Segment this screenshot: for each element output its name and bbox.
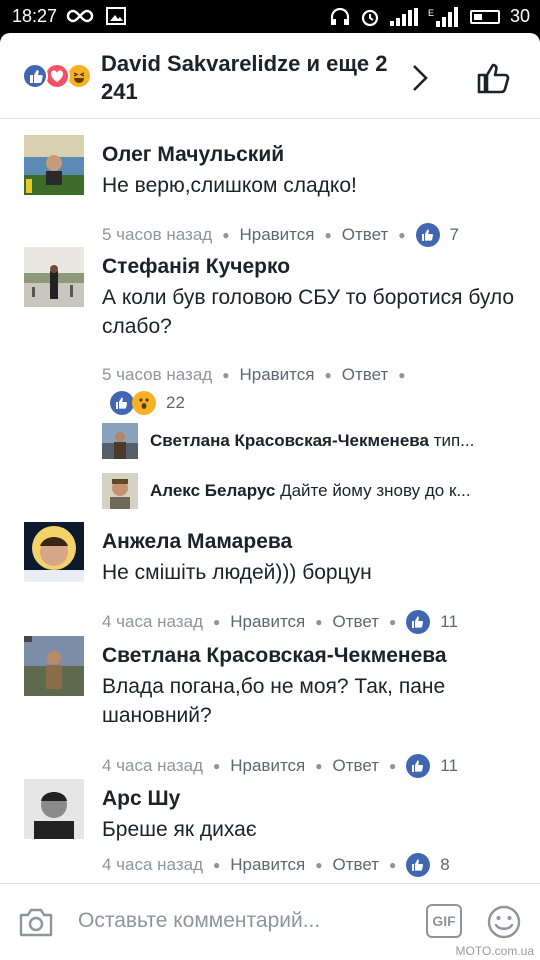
reaction-count: 11 [440, 612, 458, 631]
comment-time[interactable]: 4 часа назад [102, 855, 203, 875]
reply-button[interactable]: Ответ [333, 855, 380, 875]
reaction-count: 22 [166, 393, 185, 412]
reply-author[interactable]: Светлана Красовская-Чекменева [150, 431, 429, 450]
comment-text: Не смішіть людей))) борцун [102, 561, 372, 584]
avatar[interactable] [24, 779, 84, 839]
like-button[interactable]: Нравится [239, 225, 314, 245]
reply-text: Дайте йому знову до к... [280, 481, 471, 500]
reaction-count: 7 [449, 225, 459, 244]
like-count-icon[interactable] [110, 391, 134, 415]
status-bar: 18:27 E 30 [0, 0, 540, 33]
like-count-icon[interactable] [406, 853, 431, 877]
signal-icon [389, 7, 418, 26]
reply-text: тип... [433, 431, 475, 450]
comment-text: А коли був головою СБУ то боротися було … [102, 286, 515, 338]
avatar[interactable] [24, 247, 84, 307]
avatar[interactable] [24, 522, 84, 582]
reactions-header[interactable]: David Sakvarelidze и еще 2 241 [0, 33, 540, 119]
comment-text: Влада погана,бо не моя? Так, пане шановн… [102, 675, 446, 727]
wow-reaction-icon[interactable] [132, 391, 156, 415]
gif-button[interactable]: GIF [426, 904, 462, 938]
comment-text: Не верю,слишком сладко! [102, 174, 357, 197]
comment-author[interactable]: Анжела Мамарева [102, 530, 292, 554]
sticker-icon[interactable] [486, 904, 522, 940]
comment-input[interactable]: Оставьте комментарий... [78, 909, 320, 933]
comment-time[interactable]: 4 часа назад [102, 612, 203, 632]
like-count-icon[interactable] [406, 610, 431, 634]
comment-author[interactable]: Арс Шу [102, 787, 180, 811]
reply-preview[interactable]: Алекс Беларус Дайте йому знову до к... [102, 473, 522, 509]
status-time: 18:27 [12, 6, 58, 26]
reply-preview[interactable]: Светлана Красовская-Чекменева тип... [102, 423, 522, 459]
comment-time[interactable]: 5 часов назад [102, 225, 212, 245]
comment-author[interactable]: Светлана Красовская-Чекменева [102, 644, 447, 668]
comments-sheet: David Sakvarelidze и еще 2 241 Олег Мачу… [0, 33, 540, 960]
comment-list[interactable]: Олег Мачульский Не верю,слишком сладко! … [0, 119, 540, 883]
reaction-count: 8 [440, 855, 450, 874]
comment-author[interactable]: Олег Мачульский [102, 143, 284, 167]
avatar[interactable] [24, 135, 84, 195]
svg-text:E: E [428, 8, 434, 18]
comment-author[interactable]: Стефанія Кучерко [102, 255, 290, 279]
reply-button[interactable]: Ответ [342, 225, 389, 245]
signal-e-icon: E [428, 6, 458, 27]
like-button[interactable]: Нравится [230, 855, 305, 875]
avatar [102, 423, 138, 459]
camera-icon[interactable] [18, 906, 54, 938]
reply-button[interactable]: Ответ [333, 756, 380, 776]
comment-time[interactable]: 4 часа назад [102, 756, 203, 776]
watermark: MOTO.com.ua [455, 944, 534, 958]
avatar [102, 473, 138, 509]
reply-author[interactable]: Алекс Беларус [150, 481, 275, 500]
battery-icon [469, 9, 500, 24]
like-count-icon[interactable] [415, 223, 440, 247]
comment-text: Бреше як дихає [102, 818, 257, 841]
infinity-icon [66, 9, 94, 23]
avatar[interactable] [24, 636, 84, 696]
like-button[interactable]: Нравится [230, 612, 305, 632]
chevron-right-icon[interactable] [408, 63, 432, 93]
like-button[interactable]: Нравится [230, 756, 305, 776]
comment-composer: Оставьте комментарий... GIF MOTO.com.ua [0, 883, 540, 960]
reaction-icons [22, 63, 98, 91]
battery-level: 30 [509, 6, 530, 26]
reaction-count: 11 [440, 756, 458, 775]
like-button[interactable]: Нравится [239, 365, 314, 385]
headphones-icon [330, 7, 350, 25]
image-icon [106, 7, 126, 25]
alarm-icon [361, 9, 379, 26]
like-reaction-icon [22, 63, 48, 89]
reply-button[interactable]: Ответ [342, 365, 389, 385]
like-count-icon[interactable] [406, 754, 431, 778]
like-outline-icon[interactable] [476, 61, 512, 95]
reply-button[interactable]: Ответ [333, 612, 380, 632]
reactions-summary[interactable]: David Sakvarelidze и еще 2 241 [101, 50, 391, 106]
comment-time[interactable]: 5 часов назад [102, 365, 212, 385]
